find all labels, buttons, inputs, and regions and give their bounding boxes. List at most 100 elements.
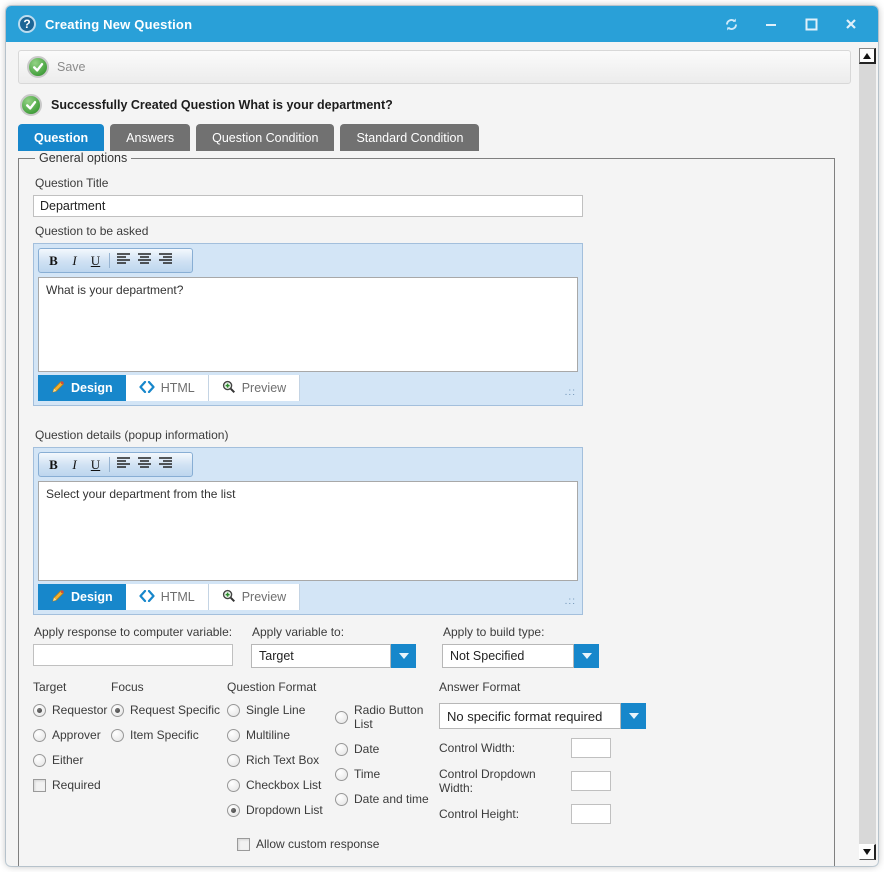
radio-label: Date [354, 742, 379, 756]
question-details-content[interactable]: Select your department from the list [38, 481, 578, 581]
italic-button[interactable]: I [64, 455, 85, 474]
radio-label: Checkbox List [246, 778, 321, 792]
apply-to-select[interactable]: Target [251, 644, 416, 668]
radio-label: Request Specific [130, 703, 220, 717]
magnifier-icon [222, 380, 236, 397]
align-left-button[interactable] [113, 455, 134, 474]
bold-icon: B [49, 457, 58, 473]
radio-label: Dropdown List [246, 803, 323, 817]
radio-requestor[interactable]: Requestor [33, 703, 111, 717]
radio-dropdown-list[interactable]: Dropdown List [227, 803, 335, 817]
options-row: Target Requestor Approver Either [33, 680, 820, 862]
apply-to-dropdown-button[interactable] [391, 644, 416, 668]
bold-button[interactable]: B [43, 251, 64, 270]
html-tab-label: HTML [161, 381, 195, 395]
preview-tab[interactable]: Preview [209, 375, 300, 401]
minimize-button[interactable] [758, 13, 784, 35]
radio-date[interactable]: Date [335, 742, 439, 756]
control-width-input[interactable] [571, 738, 611, 758]
radio-multiline[interactable]: Multiline [227, 728, 335, 742]
html-tab[interactable]: HTML [126, 584, 209, 610]
align-center-button[interactable] [134, 455, 155, 474]
bold-button[interactable]: B [43, 455, 64, 474]
apply-variable-label: Apply response to computer variable: [34, 625, 241, 639]
build-type-dropdown-button[interactable] [574, 644, 599, 668]
radio-icon [335, 743, 348, 756]
radio-rich-text-box[interactable]: Rich Text Box [227, 753, 335, 767]
radio-approver[interactable]: Approver [33, 728, 111, 742]
underline-button[interactable]: U [85, 251, 106, 270]
maximize-icon [805, 18, 818, 31]
radio-radio-button-list[interactable]: Radio Button List [335, 703, 439, 731]
radio-date-and-time[interactable]: Date and time [335, 792, 439, 806]
radio-either[interactable]: Either [33, 753, 111, 767]
refresh-button[interactable] [718, 13, 744, 35]
align-left-icon [116, 456, 131, 474]
answer-format-select[interactable]: No specific format required [439, 703, 649, 729]
radio-label: Date and time [354, 792, 429, 806]
scroll-down-button[interactable] [859, 844, 876, 860]
resize-grip[interactable]: .:: [565, 596, 576, 607]
tab-question[interactable]: Question [18, 124, 104, 151]
apply-to-label: Apply variable to: [252, 625, 416, 639]
close-icon [845, 18, 857, 30]
build-type-label: Apply to build type: [443, 625, 599, 639]
question-title-input[interactable] [33, 195, 583, 217]
align-left-icon [116, 252, 131, 270]
refresh-icon [724, 17, 739, 32]
focus-heading: Focus [111, 680, 227, 694]
code-icon [139, 381, 155, 396]
design-tab-label: Design [71, 381, 113, 395]
radio-label: Item Specific [130, 728, 199, 742]
tab-answers[interactable]: Answers [110, 124, 190, 151]
toolbar-separator [109, 253, 110, 268]
control-height-label: Control Height: [439, 807, 519, 821]
question-asked-content[interactable]: What is your department? [38, 277, 578, 372]
scroll-up-button[interactable] [859, 48, 876, 64]
preview-tab[interactable]: Preview [209, 584, 300, 610]
checkbox-icon [33, 779, 46, 792]
design-tab[interactable]: Design [38, 375, 126, 401]
question-asked-editor: B I U What is your department? Design [33, 243, 583, 406]
italic-button[interactable]: I [64, 251, 85, 270]
align-right-icon [158, 252, 173, 270]
radio-checkbox-list[interactable]: Checkbox List [227, 778, 335, 792]
design-tab[interactable]: Design [38, 584, 126, 610]
control-dropdown-width-label: Control Dropdown Width: [439, 767, 571, 795]
editor-mode-bar: Design HTML Preview .:: [38, 375, 578, 401]
tab-standard-condition[interactable]: Standard Condition [340, 124, 479, 151]
radio-single-line[interactable]: Single Line [227, 703, 335, 717]
required-checkbox[interactable]: Required [33, 778, 111, 792]
close-button[interactable] [838, 13, 864, 35]
vertical-scrollbar[interactable] [859, 48, 876, 860]
general-options-legend: General options [35, 151, 131, 165]
maximize-button[interactable] [798, 13, 824, 35]
status-row: Successfully Created Question What is yo… [20, 94, 851, 116]
align-center-button[interactable] [134, 251, 155, 270]
tab-question-condition[interactable]: Question Condition [196, 124, 334, 151]
radio-time[interactable]: Time [335, 767, 439, 781]
help-icon[interactable]: ? [18, 15, 36, 33]
chevron-down-icon [582, 653, 592, 659]
answer-format-dropdown-button[interactable] [621, 703, 646, 729]
build-type-select[interactable]: Not Specified [442, 644, 599, 668]
align-right-button[interactable] [155, 455, 176, 474]
underline-button[interactable]: U [85, 455, 106, 474]
align-right-button[interactable] [155, 251, 176, 270]
apply-variable-input[interactable] [33, 644, 233, 666]
control-dropdown-width-input[interactable] [571, 771, 611, 791]
bold-icon: B [49, 253, 58, 269]
underline-icon: U [91, 253, 100, 269]
html-tab[interactable]: HTML [126, 375, 209, 401]
dialog-window: ? Creating New Question [6, 6, 878, 866]
html-tab-label: HTML [161, 590, 195, 604]
allow-custom-response-checkbox[interactable]: Allow custom response [237, 837, 439, 851]
radio-item-specific[interactable]: Item Specific [111, 728, 227, 742]
save-button[interactable]: Save [27, 56, 86, 78]
question-details-label: Question details (popup information) [35, 428, 820, 442]
radio-request-specific[interactable]: Request Specific [111, 703, 227, 717]
save-button-label: Save [57, 60, 86, 74]
resize-grip[interactable]: .:: [565, 387, 576, 398]
align-left-button[interactable] [113, 251, 134, 270]
control-height-input[interactable] [571, 804, 611, 824]
